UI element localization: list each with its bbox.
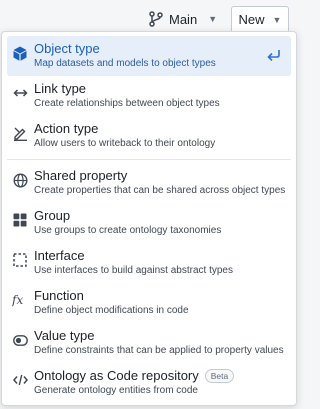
menu-item-description: Create relationships between object type…: [34, 98, 220, 109]
code-icon: [12, 372, 28, 388]
menu-item-description: Map datasets and models to object types: [34, 58, 216, 69]
cube-icon: [12, 45, 28, 61]
menu-item-title: Interface: [34, 248, 85, 263]
menu-item-description: Define object modifications in code: [34, 305, 189, 316]
menu-item-object-type[interactable]: Object type Map datasets and models to o…: [7, 36, 291, 76]
menu-item-description: Generate ontology entities from code: [34, 385, 198, 396]
caret-down-icon: ▼: [272, 14, 282, 25]
menu-item-title: Function: [34, 288, 84, 303]
menu-item-ontology-as-code[interactable]: Ontology as Code repository Beta Generat…: [7, 363, 291, 403]
menu-item-title: Group: [34, 208, 71, 223]
new-button-label: New: [238, 12, 265, 27]
branch-label: Main: [169, 11, 198, 27]
branch-selector[interactable]: Main ▼: [149, 8, 217, 30]
new-button[interactable]: New ▼: [231, 6, 289, 33]
git-branch-icon: [149, 11, 163, 27]
menu-item-title: Link type: [34, 81, 87, 96]
menu-item-group[interactable]: Group Use groups to create ontology taxo…: [7, 203, 291, 243]
enter-key-icon: [267, 48, 281, 66]
menu-item-action-type[interactable]: Action type Allow users to writeback to …: [7, 116, 291, 156]
menu-divider: [7, 159, 291, 160]
menu-item-title: Shared property: [34, 168, 128, 183]
menu-item-link-type[interactable]: Link type Create relationships between o…: [7, 76, 291, 116]
menu-item-description: Use interfaces to build against abstract…: [34, 265, 233, 276]
menu-item-interface[interactable]: Interface Use interfaces to build agains…: [7, 243, 291, 283]
menu-item-description: Create properties that can be shared acr…: [34, 185, 286, 196]
menu-item-title-text: Ontology as Code repository: [34, 368, 199, 383]
caret-down-icon: ▼: [208, 14, 218, 24]
menu-item-value-type[interactable]: Value type Define constraints that can b…: [7, 323, 291, 363]
menu-item-title: Action type: [34, 121, 99, 136]
globe-icon: [12, 172, 28, 188]
svg-text:fx: fx: [12, 293, 23, 307]
menu-item-description: Use groups to create ontology taxonomies: [34, 225, 222, 236]
dashed-square-icon: [12, 252, 28, 268]
menu-item-shared-property[interactable]: Shared property Create properties that c…: [7, 163, 291, 203]
link-arrows-icon: [12, 85, 28, 101]
function-icon: fx: [12, 292, 28, 308]
menu-item-description: Define constraints that can be applied t…: [34, 345, 284, 356]
new-menu-dropdown: Object type Map datasets and models to o…: [1, 31, 297, 406]
menu-item-title: Value type: [34, 328, 95, 343]
menu-item-title: Object type: [34, 41, 100, 56]
toggle-icon: [12, 332, 28, 348]
menu-item-function[interactable]: fx Function Define object modifications …: [7, 283, 291, 323]
beta-badge: Beta: [204, 368, 235, 383]
grid-icon: [12, 212, 28, 228]
edit-action-icon: [12, 125, 28, 141]
menu-item-title: Ontology as Code repository Beta: [34, 367, 235, 384]
menu-item-description: Allow users to writeback to their ontolo…: [34, 138, 216, 149]
